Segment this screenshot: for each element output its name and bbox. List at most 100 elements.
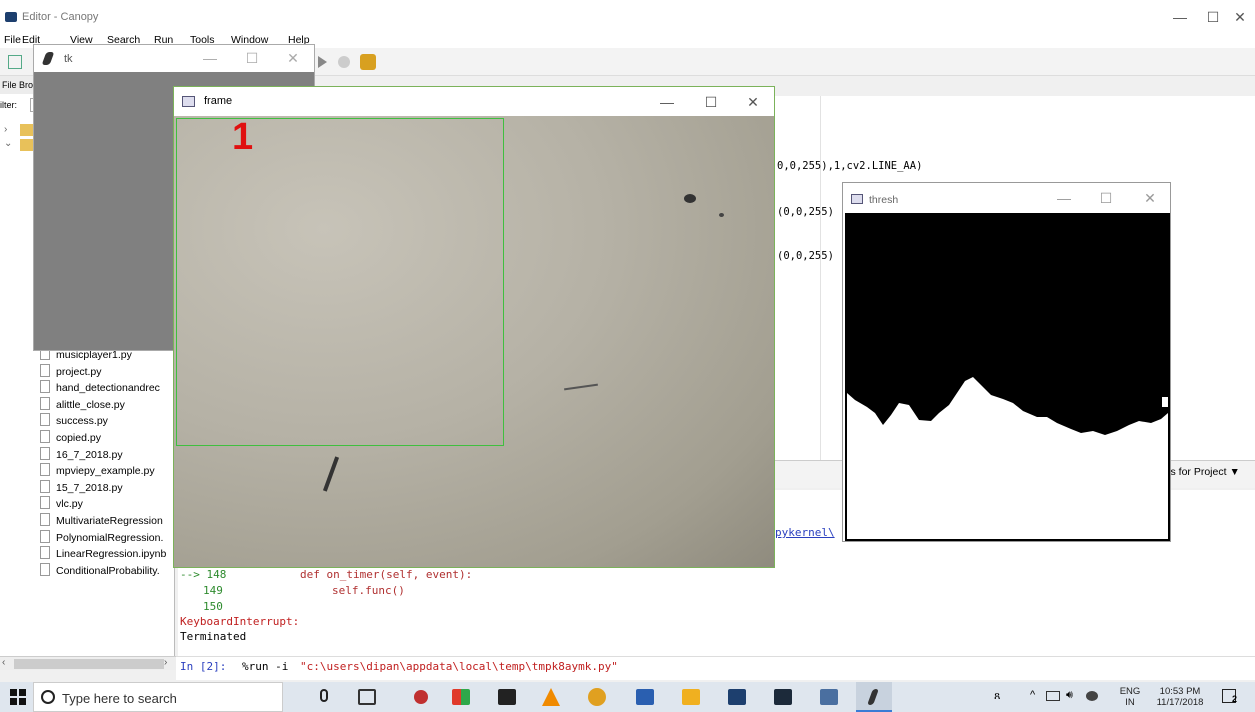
file-browser-scrollbar[interactable]: ‹ › <box>0 656 180 670</box>
file-name: project.py <box>56 365 102 378</box>
file-icon <box>40 513 50 526</box>
search-placeholder: Type here to search <box>62 691 177 706</box>
frame-minimize-button[interactable]: — <box>644 91 690 113</box>
menu-file[interactable]: File <box>4 34 21 46</box>
new-file-icon[interactable] <box>8 55 22 69</box>
file-list-item[interactable]: MultivariateRegression <box>40 513 163 530</box>
chevron-down-icon[interactable]: ⌄ <box>4 138 12 149</box>
file-list-item[interactable]: hand_detectionandrec <box>40 380 160 397</box>
debug-icon[interactable] <box>338 56 350 68</box>
file-name: success.py <box>56 415 108 428</box>
microphone-icon[interactable] <box>320 689 328 702</box>
canopy-close-button[interactable]: ✕ <box>1225 6 1255 28</box>
traceback-code-149: self.func() <box>332 584 405 597</box>
window-app-icon <box>851 194 863 204</box>
tk-titlebar[interactable]: tk — ☐ ✕ <box>34 45 314 72</box>
tk-close-button[interactable]: ✕ <box>270 47 316 69</box>
frame-close-button[interactable]: ✕ <box>730 91 776 113</box>
file-name: alittle_close.py <box>56 398 125 411</box>
editor-divider <box>820 96 821 460</box>
frame-maximize-button[interactable]: ☐ <box>688 91 734 113</box>
file-explorer-icon[interactable] <box>682 689 700 705</box>
file-list-item[interactable]: vlc.py <box>40 496 83 513</box>
file-icon <box>40 363 50 377</box>
thresh-maximize-button[interactable]: ☐ <box>1083 187 1129 209</box>
frame-window[interactable]: frame — ☐ ✕ 1 <box>173 86 775 568</box>
file-list-item[interactable]: alittle_close.py <box>40 396 125 414</box>
traceback-line-number: 149 <box>203 584 223 597</box>
windows-taskbar: Type here to search ጸ ^ 🔊︎ ENG IN 10:53 … <box>0 682 1255 712</box>
file-icon <box>40 430 50 443</box>
cloud-icon[interactable] <box>1086 691 1098 701</box>
file-icon <box>40 413 50 427</box>
canopy-taskbar-icon[interactable] <box>728 689 746 705</box>
run-icon[interactable] <box>318 56 327 68</box>
tk-taskbar-button[interactable] <box>856 682 892 712</box>
google-chrome-icon[interactable] <box>588 688 606 706</box>
bug-icon[interactable] <box>360 54 376 70</box>
window-app-icon <box>182 96 195 107</box>
thresh-minimize-button[interactable]: — <box>1041 187 1087 209</box>
scroll-right-arrow-icon[interactable]: › <box>164 657 167 668</box>
scrollbar-thumb[interactable] <box>14 659 164 669</box>
chrome-icon[interactable] <box>414 690 428 704</box>
traceback-code-148: def on_timer(self, event): <box>300 568 473 581</box>
thresh-titlebar[interactable]: thresh — ☐ ✕ <box>843 183 1170 213</box>
clock[interactable]: 10:53 PM 11/17/2018 <box>1148 686 1212 708</box>
notification-count: 2 <box>1232 694 1238 704</box>
shell-prompt: In [2]: <box>180 660 227 673</box>
network-icon[interactable] <box>1046 691 1060 701</box>
canopy-titlebar[interactable]: Editor - Canopy — ☐ ✕ <box>0 0 1255 34</box>
files-for-project-dropdown[interactable]: iles for Project ▼ <box>1160 466 1240 478</box>
action-center-button[interactable]: 2 <box>1222 688 1244 706</box>
surface-mark <box>719 213 724 217</box>
file-name: 15_7_2018.py <box>56 481 123 494</box>
store-icon[interactable] <box>452 689 470 705</box>
camera-feed: 1 <box>174 116 774 567</box>
terminal-icon[interactable] <box>498 689 516 705</box>
frame-titlebar[interactable]: frame — ☐ ✕ <box>174 87 774 116</box>
file-list-item[interactable]: 16_7_2018.py <box>40 446 123 464</box>
file-icon <box>40 463 50 477</box>
tk-minimize-button[interactable]: — <box>187 47 233 69</box>
file-list-item[interactable]: project.py <box>40 363 102 381</box>
file-list-item[interactable]: LinearRegression.ipynb <box>40 546 166 563</box>
traceback-arrow: --> 148 <box>180 568 227 581</box>
editor-icon[interactable] <box>636 689 654 705</box>
scroll-left-arrow-icon[interactable]: ‹ <box>2 657 5 668</box>
file-list-item[interactable]: mpviepy_example.py <box>40 463 155 480</box>
folder-icon <box>20 124 34 136</box>
canopy-window-title: Editor - Canopy <box>22 11 99 23</box>
file-list-item[interactable]: success.py <box>40 413 108 430</box>
region-code: IN <box>1125 697 1135 708</box>
tray-chevron-up-icon[interactable]: ^ <box>1030 689 1035 701</box>
clock-date: 11/17/2018 <box>1156 697 1204 708</box>
language-code: ENG <box>1119 686 1141 697</box>
windows-start-icon[interactable] <box>10 689 26 705</box>
people-icon[interactable]: ጸ <box>994 690 1000 703</box>
taskbar-search-box[interactable]: Type here to search <box>33 682 328 712</box>
surface-mark <box>322 456 340 492</box>
volume-icon[interactable]: 🔊︎ <box>1066 689 1073 702</box>
task-view-icon[interactable] <box>358 689 376 705</box>
shell-path-link[interactable]: pykernel\ <box>775 526 835 539</box>
thresh-window[interactable]: thresh — ☐ ✕ <box>842 182 1171 542</box>
code-line: (0,0,255) <box>777 206 834 218</box>
dropdown-arrow-icon: ▼ <box>1229 466 1240 478</box>
file-list-item[interactable]: ConditionalProbability. <box>40 562 160 580</box>
chevron-right-icon[interactable]: › <box>4 124 7 135</box>
threshold-mask <box>847 215 1168 539</box>
input-language[interactable]: ENG IN <box>1118 686 1142 708</box>
python-icon[interactable] <box>820 689 838 705</box>
frame-window-title: frame <box>204 95 233 107</box>
feather-icon <box>867 689 879 705</box>
file-list-item[interactable]: PolynomialRegression. <box>40 529 163 547</box>
file-list-item[interactable]: 15_7_2018.py <box>40 479 123 497</box>
vlc-icon[interactable] <box>542 688 560 706</box>
window-taskbar-icon[interactable] <box>774 689 792 705</box>
file-list-item[interactable]: copied.py <box>40 430 101 447</box>
feather-icon <box>41 52 55 65</box>
thresh-close-button[interactable]: ✕ <box>1127 187 1173 209</box>
tk-maximize-button[interactable]: ☐ <box>229 47 275 69</box>
file-icon <box>40 396 50 410</box>
